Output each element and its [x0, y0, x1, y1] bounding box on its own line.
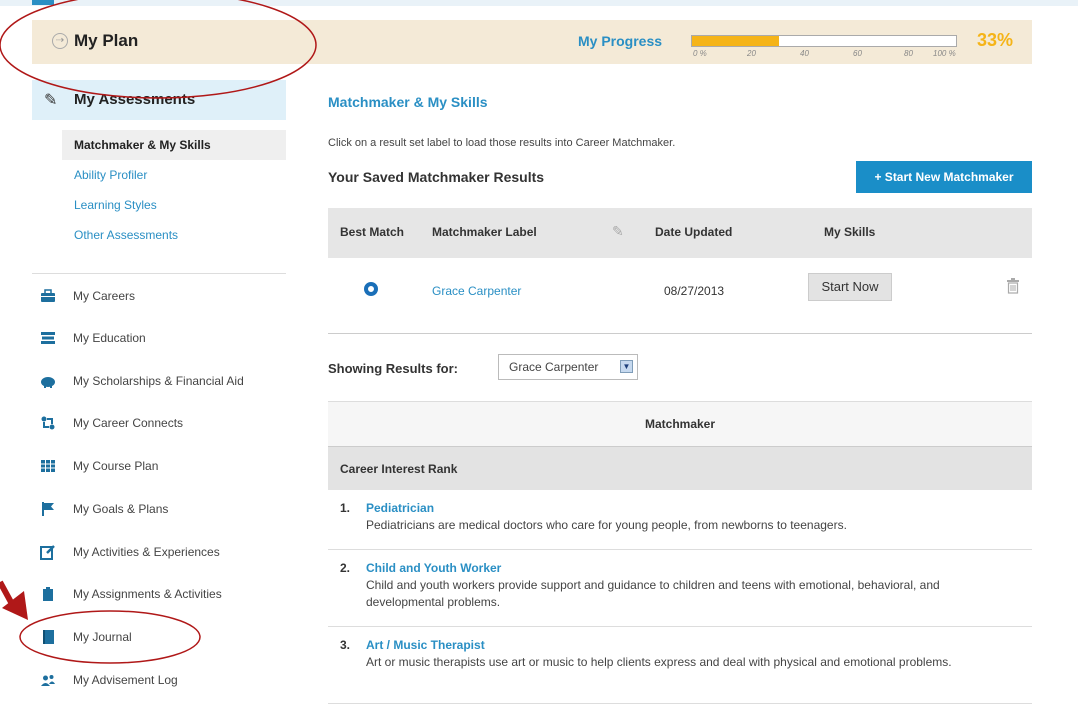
- sidebar-item-label: My Education: [73, 331, 146, 345]
- progress-tick: 100 %: [933, 49, 956, 58]
- progress-fill: [692, 36, 780, 46]
- date-updated: 08/27/2013: [664, 284, 725, 298]
- chevron-down-icon[interactable]: ▼: [620, 360, 633, 373]
- career-interest-rank-heading: Career Interest Rank: [328, 446, 1032, 490]
- column-header-best-match: Best Match: [340, 225, 405, 239]
- annotation-arrow-head: [2, 591, 28, 620]
- page-title: Matchmaker & My Skills: [328, 94, 488, 110]
- sidebar-assessments-header[interactable]: ✎ My Assessments: [32, 80, 286, 120]
- progress-tick: 0 %: [693, 49, 707, 58]
- sidebar-item-goals[interactable]: My Goals & Plans: [32, 494, 286, 524]
- career-description: Art or music therapists use art or music…: [366, 655, 952, 669]
- clipboard-icon: [40, 586, 56, 602]
- career-rank-number: 1.: [340, 501, 351, 515]
- sidebar-item-label: My Activities & Experiences: [73, 545, 220, 559]
- list-item: 3. Art / Music Therapist Art or music th…: [328, 627, 1032, 704]
- edit-label-icon[interactable]: ✎: [612, 223, 624, 240]
- sidebar-divider: [32, 273, 286, 274]
- sidebar-item-label: My Careers: [73, 289, 136, 303]
- people-icon: [40, 672, 56, 688]
- start-now-button[interactable]: Start Now: [808, 273, 892, 301]
- piggy-bank-icon: [40, 373, 56, 389]
- list-item: 1. Pediatrician Pediatricians are medica…: [328, 490, 1032, 550]
- sidebar-item-scholarships[interactable]: My Scholarships & Financial Aid: [32, 366, 286, 396]
- sidebar-item-advisement-log[interactable]: My Advisement Log: [32, 665, 286, 695]
- expand-circle-icon[interactable]: ⇢: [52, 33, 68, 49]
- results-table-header: Best Match Matchmaker Label ✎ Date Updat…: [328, 208, 1032, 258]
- sidebar-item-activities-experiences[interactable]: My Activities & Experiences: [32, 537, 286, 567]
- column-header-label: Matchmaker Label: [432, 225, 537, 239]
- best-match-radio[interactable]: [364, 282, 378, 296]
- sidebar-item-course-plan[interactable]: My Course Plan: [32, 451, 286, 481]
- connect-icon: [40, 415, 56, 431]
- progress-tick: 20: [747, 49, 756, 58]
- top-strip: [0, 0, 1078, 6]
- start-new-matchmaker-button[interactable]: + Start New Matchmaker: [856, 161, 1032, 193]
- career-title-link[interactable]: Art / Music Therapist: [366, 638, 485, 652]
- edit-icon: [40, 544, 56, 560]
- plan-header: ⇢ My Plan My Progress 0 % 20 40 60 80 10…: [32, 20, 1032, 64]
- sidebar-item-label: My Career Connects: [73, 416, 184, 430]
- sidebar-item-education[interactable]: My Education: [32, 323, 286, 353]
- progress-tick: 40: [800, 49, 809, 58]
- career-title-link[interactable]: Child and Youth Worker: [366, 561, 501, 575]
- sidebar-item-careers[interactable]: My Careers: [32, 281, 286, 311]
- progress-ticks: 0 % 20 40 60 80 100 %: [691, 49, 957, 59]
- sidebar-subitem-other-assessments[interactable]: Other Assessments: [62, 220, 286, 250]
- sidebar-item-journal[interactable]: My Journal: [32, 622, 286, 652]
- journal-icon: [40, 629, 56, 645]
- progress-tick: 80: [904, 49, 913, 58]
- pencil-icon: ✎: [44, 92, 58, 109]
- results-select[interactable]: Grace Carpenter ▼: [498, 354, 638, 380]
- career-description: Child and youth workers provide support …: [366, 578, 940, 609]
- assessments-label: My Assessments: [74, 91, 196, 108]
- progress-bar: [691, 35, 957, 47]
- sidebar-item-label: My Scholarships & Financial Aid: [73, 374, 244, 388]
- progress-percent: 33%: [977, 30, 1014, 50]
- plan-title[interactable]: My Plan: [74, 31, 138, 51]
- sidebar-subitem-learning-styles[interactable]: Learning Styles: [62, 190, 286, 220]
- books-icon: [40, 330, 56, 346]
- table-row: Grace Carpenter 08/27/2013 Start Now: [328, 258, 1032, 334]
- sidebar-item-label: My Course Plan: [73, 459, 159, 473]
- sidebar-item-label: My Goals & Plans: [73, 502, 169, 516]
- flag-icon: [40, 501, 56, 517]
- trash-icon[interactable]: [1006, 278, 1020, 298]
- annotation-arrow-shaft: [0, 580, 15, 606]
- list-item: 2. Child and Youth Worker Child and yout…: [328, 550, 1032, 627]
- career-rank-number: 2.: [340, 561, 351, 575]
- briefcase-icon: [40, 288, 56, 304]
- instructions-text: Click on a result set label to load thos…: [328, 137, 676, 149]
- career-title-link[interactable]: Pediatrician: [366, 501, 434, 515]
- showing-results-label: Showing Results for:: [328, 361, 458, 376]
- active-tab-indicator: [32, 0, 54, 5]
- sidebar-subitem-ability-profiler[interactable]: Ability Profiler: [62, 160, 286, 190]
- column-header-date: Date Updated: [655, 225, 733, 239]
- sidebar-item-assignments[interactable]: My Assignments & Activities: [32, 579, 286, 609]
- saved-results-heading: Your Saved Matchmaker Results: [328, 169, 545, 185]
- sidebar: ✎ My Assessments Matchmaker & My Skills …: [32, 80, 286, 722]
- column-header-skills: My Skills: [824, 225, 876, 239]
- sidebar-item-label: My Assignments & Activities: [73, 587, 222, 601]
- sidebar-item-label: My Advisement Log: [73, 673, 178, 687]
- career-rank-number: 3.: [340, 638, 351, 652]
- progress-tick: 60: [853, 49, 862, 58]
- results-select-value: Grace Carpenter: [509, 360, 599, 374]
- matchmaker-heading: Matchmaker: [328, 401, 1032, 446]
- matchmaker-label-link[interactable]: Grace Carpenter: [432, 284, 521, 298]
- sidebar-item-career-connects[interactable]: My Career Connects: [32, 408, 286, 438]
- sidebar-item-label: My Journal: [73, 630, 132, 644]
- grid-icon: [40, 458, 56, 474]
- career-description: Pediatricians are medical doctors who ca…: [366, 518, 847, 532]
- progress-label: My Progress: [578, 33, 663, 49]
- sidebar-subitem-matchmaker[interactable]: Matchmaker & My Skills: [62, 130, 286, 160]
